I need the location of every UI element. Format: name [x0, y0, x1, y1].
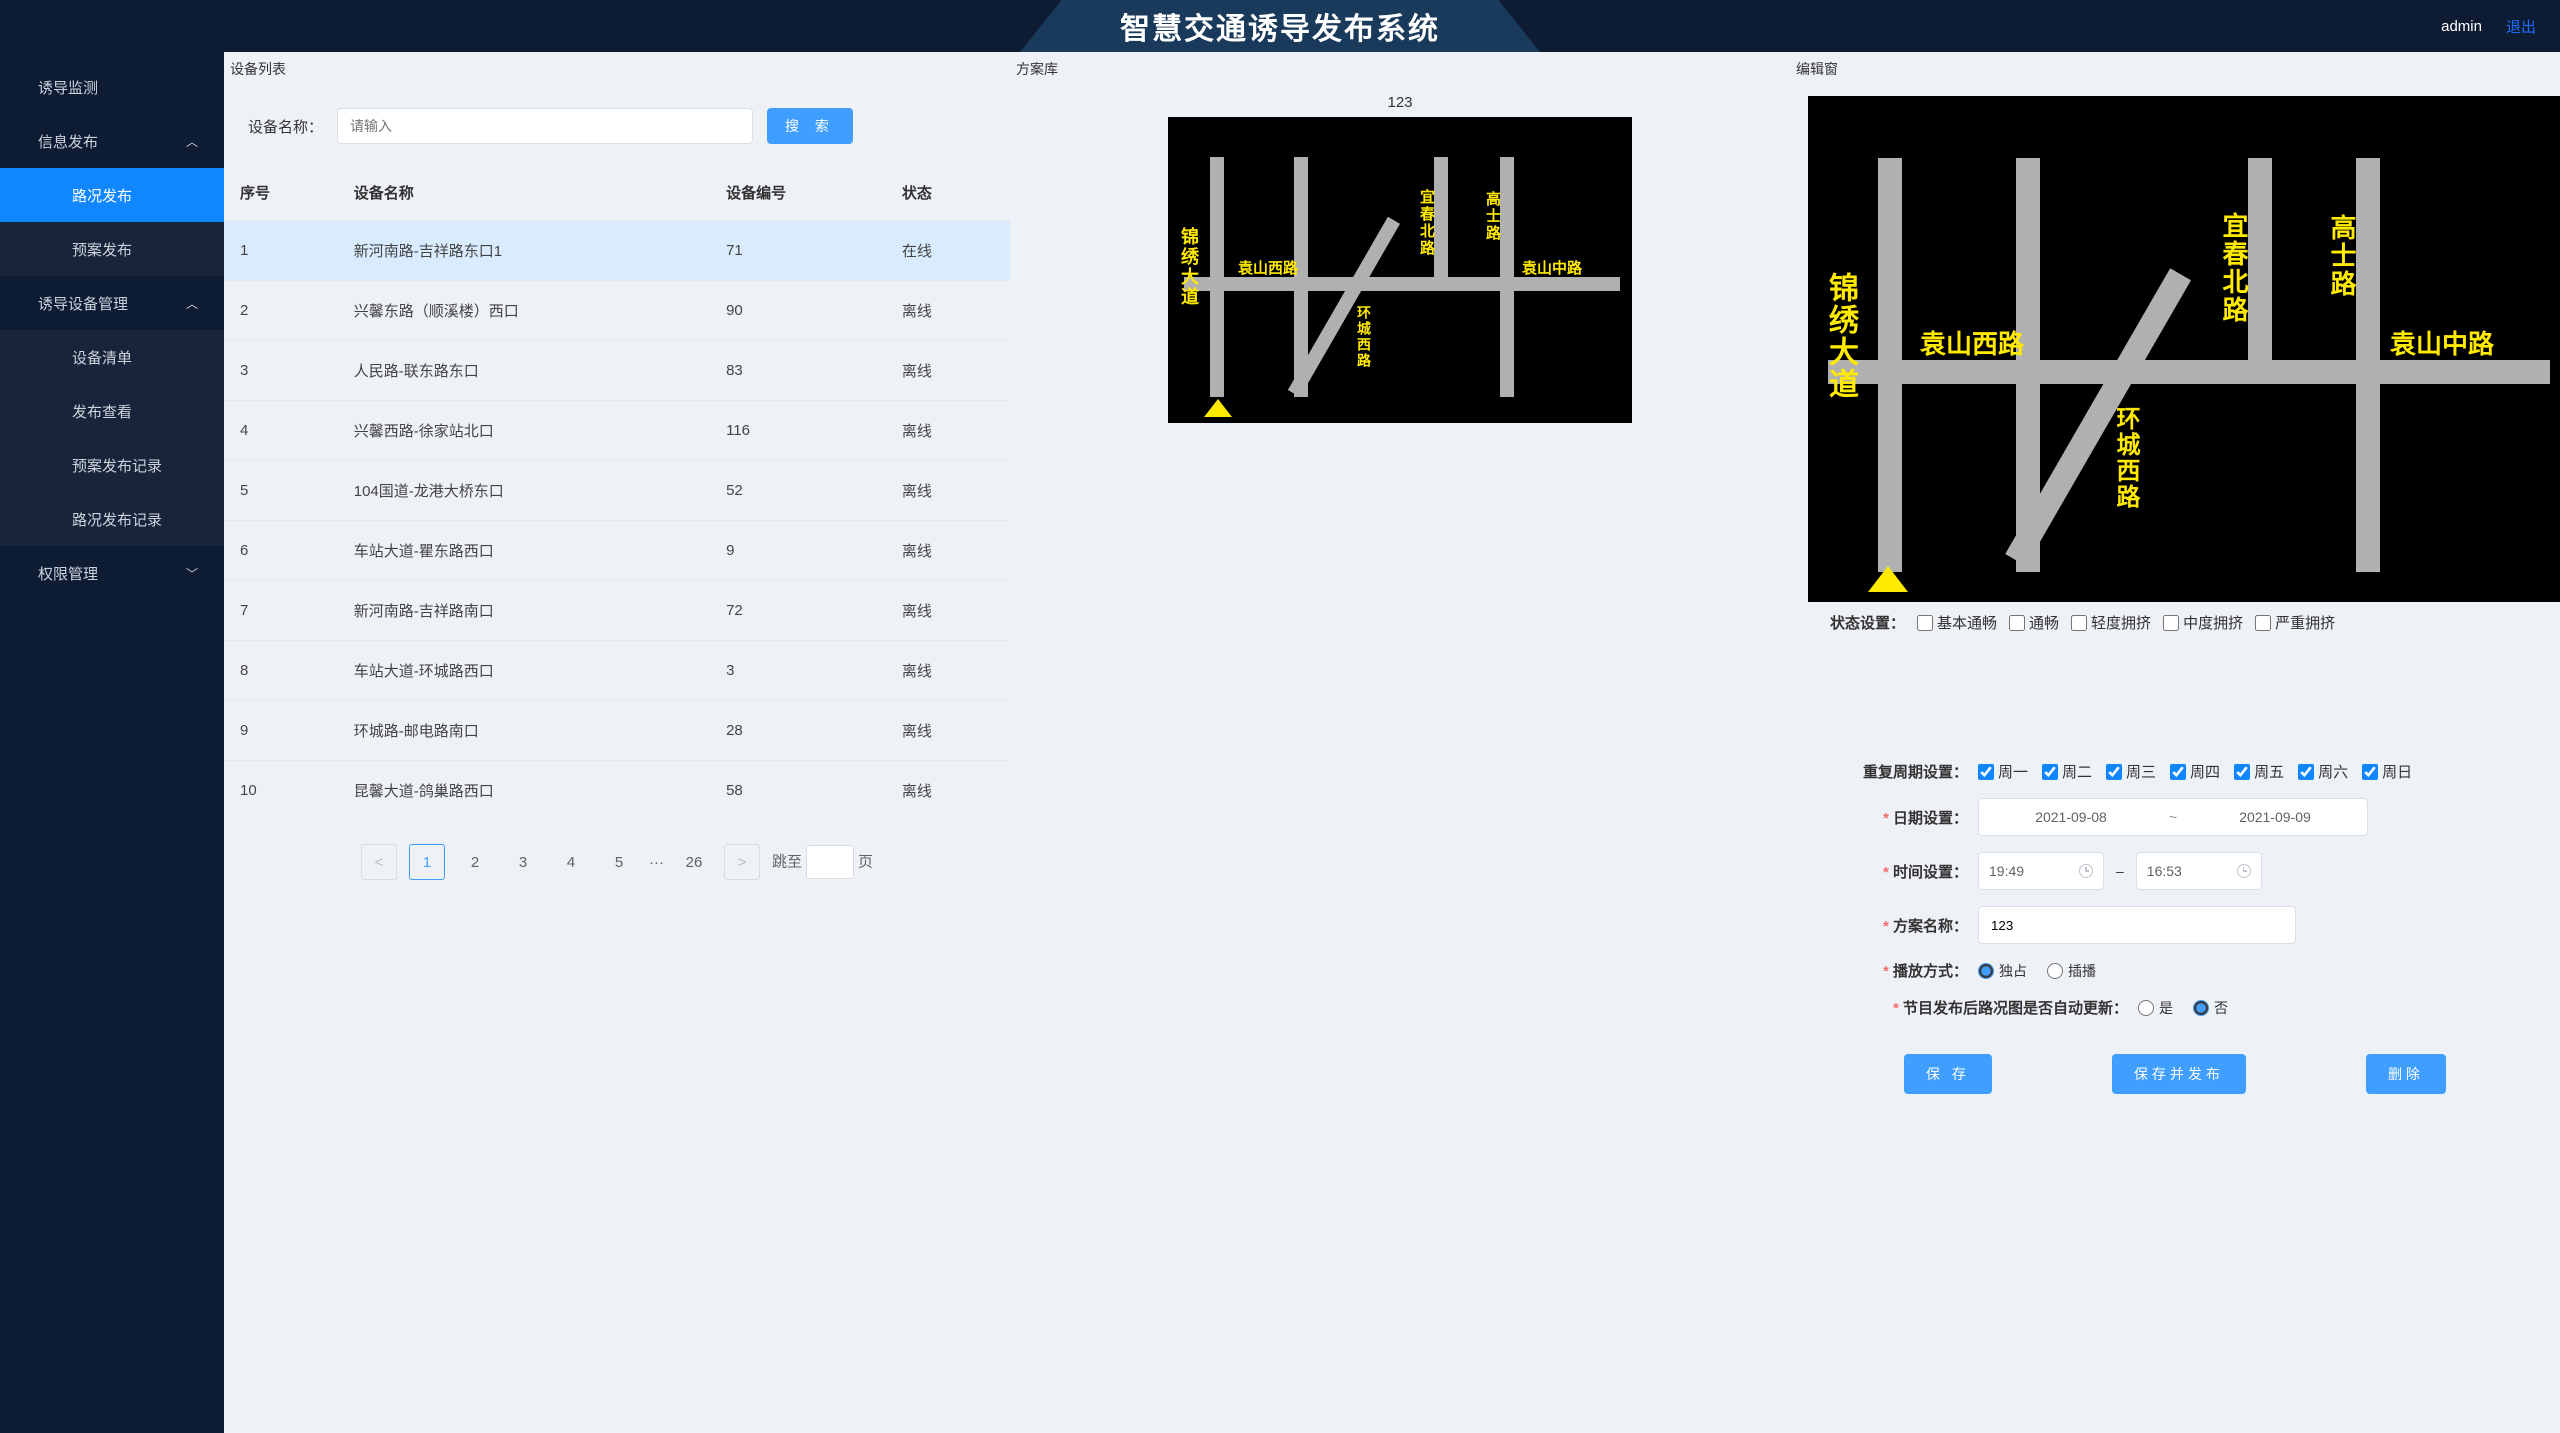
you-are-here-icon: [1204, 399, 1232, 417]
time-to-input[interactable]: 16:53: [2136, 852, 2262, 890]
sidebar: 诱导监测 信息发布︿ 路况发布 预案发布 诱导设备管理︿ 设备清单 发布查看 预…: [0, 52, 224, 1433]
device-name-input[interactable]: [337, 108, 753, 144]
auto-opt-no[interactable]: 否: [2193, 998, 2228, 1018]
app-title: 智慧交通诱导发布系统: [1120, 4, 1440, 48]
sidebar-item-permissions[interactable]: 权限管理﹀: [0, 546, 224, 600]
table-row[interactable]: 8车站大道-环城路西口3离线: [224, 640, 1010, 700]
day-checkbox[interactable]: 周六: [2298, 761, 2348, 782]
page-1[interactable]: 1: [409, 844, 445, 880]
table-row[interactable]: 4兴馨西路-徐家站北口116离线: [224, 400, 1010, 460]
day-checkbox[interactable]: 周五: [2234, 761, 2284, 782]
autoupdate-label: 节目发布后路况图是否自动更新：: [1808, 997, 2128, 1018]
save-publish-button[interactable]: 保存并发布: [2112, 1054, 2246, 1094]
time-from-input[interactable]: 19:49: [1978, 852, 2104, 890]
page-ellipsis: ···: [649, 854, 664, 871]
logout-link[interactable]: 退出: [2506, 16, 2536, 37]
play-label: 播放方式：: [1808, 960, 1968, 981]
search-label: 设备名称：: [248, 116, 323, 137]
sidebar-item-monitor[interactable]: 诱导监测: [0, 60, 224, 114]
sidebar-item-plan-records[interactable]: 预案发布记录: [0, 438, 224, 492]
panel-title-plan: 方案库: [1010, 52, 1790, 86]
table-row[interactable]: 2兴馨东路（顺溪楼）西口90离线: [224, 280, 1010, 340]
delete-button[interactable]: 删除: [2366, 1054, 2446, 1094]
table-row[interactable]: 1新河南路-吉祥路东口171在线: [224, 220, 1010, 280]
col-seq: 序号: [224, 166, 338, 220]
panel-title-devices: 设备列表: [224, 52, 1010, 86]
page-5[interactable]: 5: [601, 844, 637, 880]
auto-opt-yes[interactable]: 是: [2138, 998, 2173, 1018]
day-checkbox[interactable]: 周日: [2362, 761, 2412, 782]
table-row[interactable]: 3人民路-联东路东口83离线: [224, 340, 1010, 400]
play-opt-insert[interactable]: 插播: [2047, 961, 2096, 981]
day-checkbox[interactable]: 周三: [2106, 761, 2156, 782]
status-opt-1[interactable]: 通畅: [2009, 612, 2059, 633]
road-map-editor[interactable]: 锦绣大道 袁山西路 宜春北路 高士路 袁山中路 环城西路: [1808, 96, 2560, 602]
page-prev[interactable]: <: [361, 844, 397, 880]
you-are-here-icon: [1868, 566, 1908, 592]
status-label: 状态设置：: [1830, 612, 1905, 633]
sidebar-item-plan-publish[interactable]: 预案发布: [0, 222, 224, 276]
time-label: 时间设置：: [1808, 861, 1968, 882]
chevron-down-icon: ﹀: [186, 565, 198, 582]
device-table: 序号 设备名称 设备编号 状态 1新河南路-吉祥路东口171在线2兴馨东路（顺溪…: [224, 166, 1010, 820]
date-range-input[interactable]: 2021-09-08~2021-09-09: [1978, 798, 2368, 836]
planname-label: 方案名称：: [1808, 915, 1968, 936]
sidebar-item-device-list[interactable]: 设备清单: [0, 330, 224, 384]
sidebar-item-road-records[interactable]: 路况发布记录: [0, 492, 224, 546]
col-status: 状态: [886, 166, 1010, 220]
status-opt-0[interactable]: 基本通畅: [1917, 612, 1997, 633]
road-map-preview[interactable]: 锦绣大道 袁山西路 宜春北路 高士路 袁山中路 环城西路: [1168, 117, 1632, 423]
page-3[interactable]: 3: [505, 844, 541, 880]
table-row[interactable]: 9环城路-邮电路南口28离线: [224, 700, 1010, 760]
panel-title-editor: 编辑窗: [1790, 52, 2560, 86]
sidebar-item-publish[interactable]: 信息发布︿: [0, 114, 224, 168]
day-checkbox[interactable]: 周二: [2042, 761, 2092, 782]
day-checkbox[interactable]: 周一: [1978, 761, 2028, 782]
page-next[interactable]: >: [724, 844, 760, 880]
status-opt-2[interactable]: 轻度拥挤: [2071, 612, 2151, 633]
chevron-up-icon: ︿: [186, 133, 198, 150]
page-4[interactable]: 4: [553, 844, 589, 880]
repeat-label: 重复周期设置：: [1808, 761, 1968, 782]
status-opt-4[interactable]: 严重拥挤: [2255, 612, 2335, 633]
page-last[interactable]: 26: [676, 844, 712, 880]
plan-name: 123: [1010, 86, 1790, 117]
col-code: 设备编号: [710, 166, 886, 220]
col-name: 设备名称: [338, 166, 710, 220]
sidebar-item-publish-view[interactable]: 发布查看: [0, 384, 224, 438]
app-header: 智慧交通诱导发布系统 admin 退出: [0, 0, 2560, 52]
save-button[interactable]: 保 存: [1904, 1054, 1992, 1094]
clock-icon: [2237, 864, 2251, 878]
play-opt-exclusive[interactable]: 独占: [1978, 961, 2027, 981]
sidebar-item-road-publish[interactable]: 路况发布: [0, 168, 224, 222]
sidebar-item-device-mgmt[interactable]: 诱导设备管理︿: [0, 276, 224, 330]
current-user: admin: [2441, 18, 2482, 35]
plan-name-input[interactable]: [1978, 906, 2296, 944]
search-button[interactable]: 搜 索: [767, 108, 853, 144]
table-row[interactable]: 6车站大道-瞿东路西口9离线: [224, 520, 1010, 580]
date-label: 日期设置：: [1808, 807, 1968, 828]
chevron-up-icon: ︿: [186, 295, 198, 312]
clock-icon: [2079, 864, 2093, 878]
pagination: < 1 2 3 4 5 ··· 26 > 跳至页: [224, 820, 1010, 904]
status-opt-3[interactable]: 中度拥挤: [2163, 612, 2243, 633]
table-row[interactable]: 7新河南路-吉祥路南口72离线: [224, 580, 1010, 640]
page-2[interactable]: 2: [457, 844, 493, 880]
page-jump-input[interactable]: [806, 845, 854, 879]
table-row[interactable]: 10昆馨大道-鸽巢路西口58离线: [224, 760, 1010, 820]
day-checkbox[interactable]: 周四: [2170, 761, 2220, 782]
table-row[interactable]: 5104国道-龙港大桥东口52离线: [224, 460, 1010, 520]
